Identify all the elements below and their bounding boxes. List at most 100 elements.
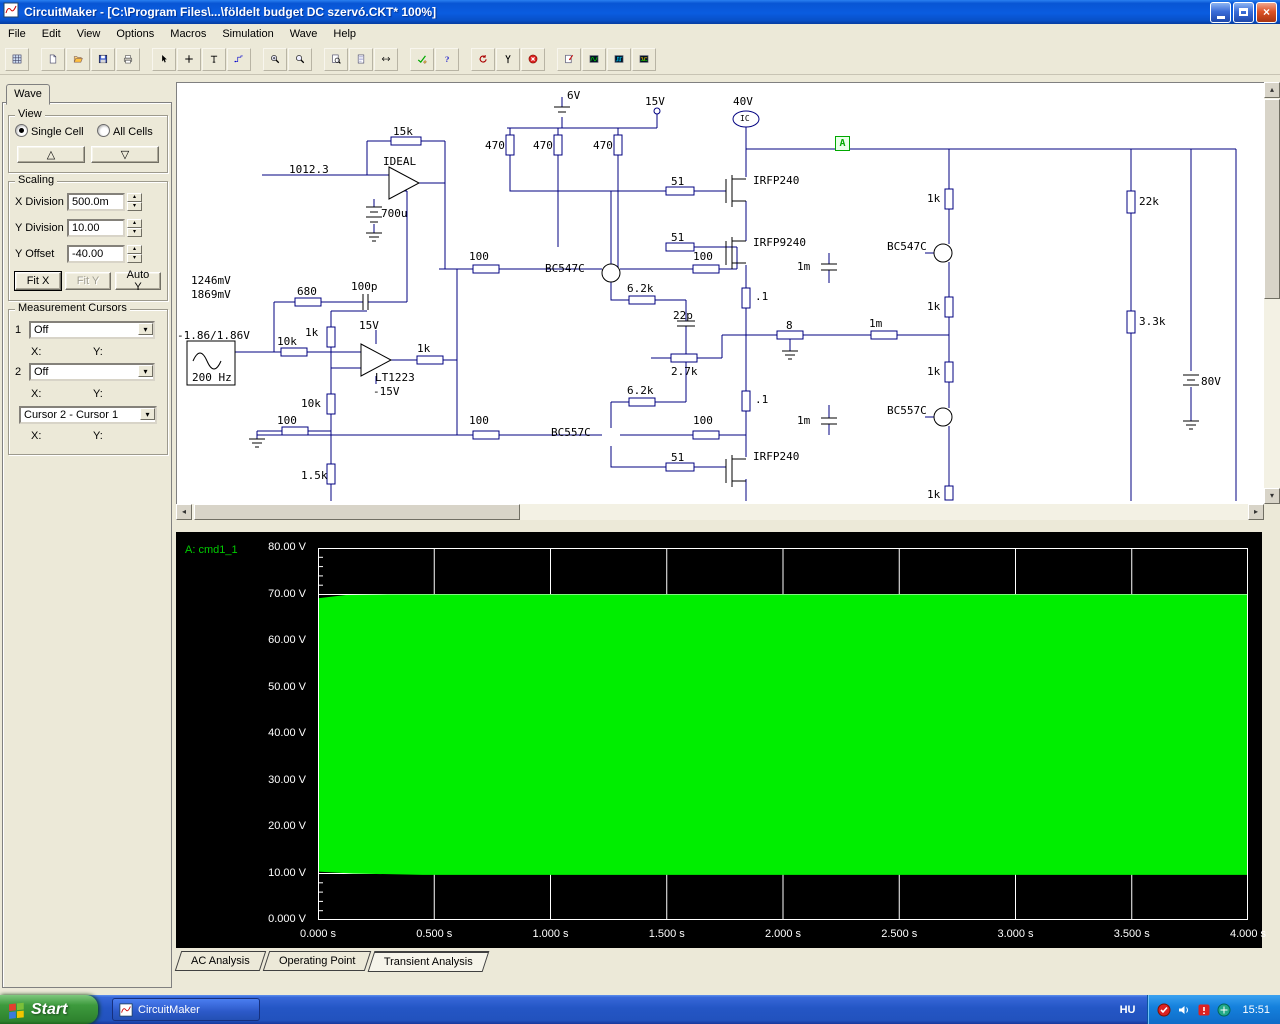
y-offset-input[interactable]: -40.00: [67, 245, 125, 263]
open-file-button[interactable]: [66, 47, 90, 71]
component-label[interactable]: 51: [671, 175, 684, 188]
component-label[interactable]: 10k: [277, 335, 297, 348]
component-label[interactable]: -1.86/1.86V: [177, 329, 250, 342]
parts-bin-button[interactable]: [5, 47, 29, 71]
component-label[interactable]: 100: [693, 414, 713, 427]
probe-sheet-button[interactable]: [557, 47, 581, 71]
menu-item-wave[interactable]: Wave: [282, 26, 326, 42]
component-label[interactable]: 51: [671, 451, 684, 464]
component-label[interactable]: 10k: [301, 397, 321, 410]
menu-item-macros[interactable]: Macros: [162, 26, 214, 42]
cursor-difference-select[interactable]: Cursor 2 - Cursor 1 ▾: [19, 406, 157, 424]
schematic-horizontal-scrollbar[interactable]: ◂ ▸: [176, 504, 1264, 520]
next-wave-button[interactable]: ▽: [91, 146, 159, 163]
spin-up-icon[interactable]: ▴: [127, 219, 142, 228]
cursor2-select[interactable]: Off ▾: [29, 363, 155, 381]
component-label[interactable]: 700u: [381, 207, 408, 220]
component-label[interactable]: 100: [469, 250, 489, 263]
sheet-view-button[interactable]: [349, 47, 373, 71]
stop-simulation-button[interactable]: [521, 47, 545, 71]
y-offset-spinner[interactable]: ▴ ▾: [127, 245, 142, 263]
horizontal-scroll-thumb[interactable]: [194, 504, 520, 520]
component-label[interactable]: -15V: [373, 385, 400, 398]
y-division-spinner[interactable]: ▴ ▾: [127, 219, 142, 237]
component-label[interactable]: .1: [755, 290, 768, 303]
x-division-input[interactable]: 500.0m: [67, 193, 125, 211]
component-label[interactable]: IRFP9240: [753, 236, 806, 249]
sheet-zoom-button[interactable]: [324, 47, 348, 71]
menu-item-view[interactable]: View: [69, 26, 109, 42]
component-label[interactable]: IRFP240: [753, 174, 799, 187]
component-label[interactable]: 15k: [393, 125, 413, 138]
spin-down-icon[interactable]: ▾: [127, 228, 142, 237]
component-label[interactable]: 8: [786, 319, 793, 332]
save-file-button[interactable]: [91, 47, 115, 71]
component-label[interactable]: 6.2k: [627, 384, 654, 397]
scroll-right-icon[interactable]: ▸: [1248, 504, 1264, 520]
tab-ac-analysis[interactable]: AC Analysis: [174, 951, 266, 971]
tray-network-icon[interactable]: [1216, 1002, 1232, 1018]
component-label[interactable]: 1869mV: [191, 288, 231, 301]
component-label[interactable]: 100: [693, 250, 713, 263]
component-label[interactable]: BC557C: [551, 426, 591, 439]
scroll-up-icon[interactable]: ▴: [1264, 82, 1280, 98]
component-label[interactable]: 100: [469, 414, 489, 427]
spin-up-icon[interactable]: ▴: [127, 193, 142, 202]
probe-tool-button[interactable]: [496, 47, 520, 71]
component-label[interactable]: BC547C: [545, 262, 585, 275]
schematic-canvas[interactable]: 6V 15V 40V IC 470 470 470 15k IDEAL 1012.3 51 IRFP2…: [176, 82, 1264, 504]
component-label[interactable]: 1246mV: [191, 274, 231, 287]
component-label[interactable]: 2.7k: [671, 365, 698, 378]
all-cells-radio[interactable]: All Cells: [97, 124, 153, 138]
component-label[interactable]: 51: [671, 231, 684, 244]
zoom-tool-button[interactable]: [288, 47, 312, 71]
chevron-down-icon[interactable]: ▾: [138, 365, 153, 377]
component-label[interactable]: 40V: [733, 95, 753, 108]
chevron-down-icon[interactable]: ▾: [140, 408, 155, 420]
auto-y-button[interactable]: Auto Y: [115, 269, 161, 293]
spin-up-icon[interactable]: ▴: [127, 245, 142, 254]
tray-volume-icon[interactable]: [1176, 1002, 1192, 1018]
vertical-scroll-thumb[interactable]: [1264, 99, 1280, 299]
waveform-viewer[interactable]: A: cmd1_1 80.00 V 70.00 V 60.00 V 50.00 V 40…: [176, 532, 1266, 948]
new-file-button[interactable]: [41, 47, 65, 71]
minimize-button[interactable]: [1210, 1, 1231, 23]
component-label[interactable]: 6V: [567, 89, 580, 102]
component-label[interactable]: 1012.3: [289, 163, 329, 176]
schematic-vertical-scrollbar[interactable]: ▴ ▾: [1264, 82, 1280, 504]
x-division-spinner[interactable]: ▴ ▾: [127, 193, 142, 211]
split-view-button[interactable]: [374, 47, 398, 71]
component-label[interactable]: 3.3k: [1139, 315, 1166, 328]
component-label[interactable]: .1: [755, 393, 768, 406]
scroll-left-icon[interactable]: ◂: [176, 504, 192, 520]
component-label[interactable]: LT1223: [375, 371, 415, 384]
fit-x-button[interactable]: Fit X: [14, 271, 62, 291]
waveform-plot[interactable]: [317, 547, 1249, 921]
maximize-button[interactable]: [1233, 1, 1254, 23]
menu-item-file[interactable]: File: [0, 26, 34, 42]
component-label[interactable]: 1m: [797, 260, 810, 273]
component-label[interactable]: 1k: [927, 192, 940, 205]
menu-item-edit[interactable]: Edit: [34, 26, 69, 42]
tray-shield-icon[interactable]: [1156, 1002, 1172, 1018]
component-label[interactable]: 1k: [417, 342, 430, 355]
component-label[interactable]: 1k: [927, 365, 940, 378]
component-label[interactable]: 200 Hz: [192, 371, 232, 384]
add-part-button[interactable]: [177, 47, 201, 71]
previous-wave-button[interactable]: △: [17, 146, 85, 163]
print-button[interactable]: [116, 47, 140, 71]
wire-tool-button[interactable]: [227, 47, 251, 71]
component-label[interactable]: 100p: [351, 280, 378, 293]
component-label[interactable]: 470: [593, 139, 613, 152]
menu-item-options[interactable]: Options: [108, 26, 162, 42]
title-bar[interactable]: CircuitMaker - [C:\Program Files\...\föl…: [0, 0, 1280, 24]
component-label[interactable]: 1m: [797, 414, 810, 427]
erc-check-button[interactable]: [410, 47, 434, 71]
component-label[interactable]: 15V: [359, 319, 379, 332]
start-button[interactable]: Start: [0, 995, 98, 1024]
close-button[interactable]: ×: [1256, 1, 1277, 23]
component-label[interactable]: 1k: [927, 488, 940, 501]
y-division-input[interactable]: 10.00: [67, 219, 125, 237]
probe-marker[interactable]: A: [835, 136, 850, 151]
language-indicator[interactable]: HU: [1108, 1004, 1148, 1016]
